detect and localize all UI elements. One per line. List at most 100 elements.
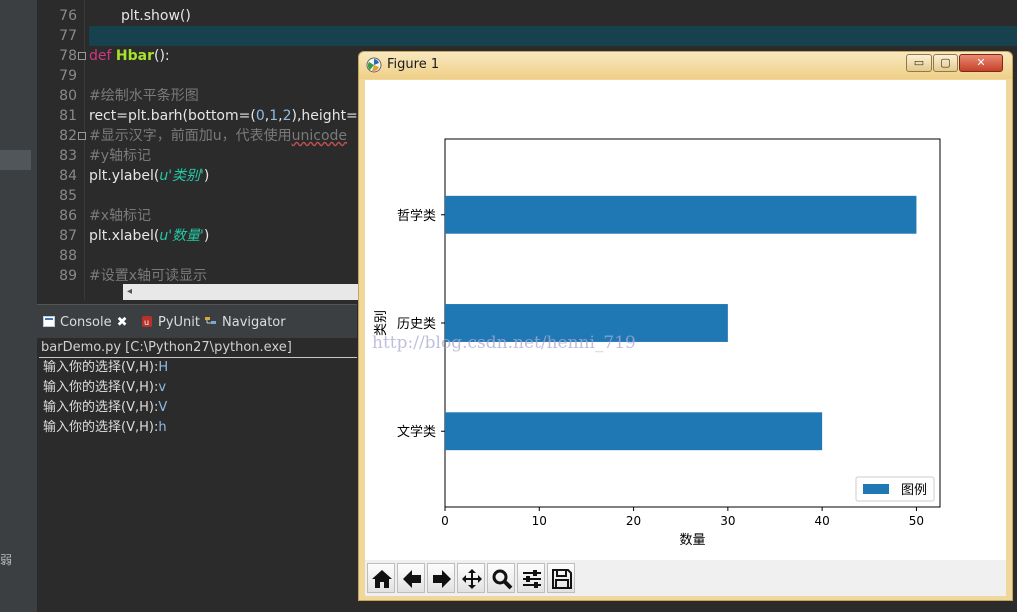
function-name-token: Hbar	[115, 48, 154, 64]
console-tab-bar: Console ✖ u PyUnit Navigator	[37, 304, 357, 338]
line-number: 83	[59, 148, 77, 164]
close-icon: ✕	[976, 56, 986, 69]
line-number: 86	[59, 208, 77, 224]
pan-button[interactable]	[457, 563, 485, 593]
forward-button[interactable]	[427, 563, 455, 593]
number-token: 1	[269, 108, 279, 124]
minimize-icon: ▭	[913, 56, 925, 69]
comment-token: #y轴标记	[89, 148, 152, 164]
comment-token: #绘制水平条形图	[89, 88, 199, 104]
line-number: 85	[59, 188, 77, 204]
code-token: ():	[153, 48, 170, 64]
console-input: V	[158, 400, 168, 415]
code-text: plt.xlabel(u'数量')	[89, 226, 209, 246]
pan-icon	[462, 569, 482, 589]
number-token: 2	[282, 108, 292, 124]
navigation-toolbar	[365, 560, 1006, 596]
code-text: #设置x轴可读显示	[89, 266, 207, 286]
code-text: plt.show()	[121, 6, 191, 26]
console-input: h	[158, 420, 167, 435]
code-text: def Hbar():	[89, 46, 170, 66]
navigator-icon	[205, 314, 217, 325]
tab-pyunit-label: PyUnit	[158, 315, 200, 330]
comment-token: #x轴标记	[89, 208, 152, 224]
x-tick-label: 10	[532, 514, 547, 528]
tab-navigator-label: Navigator	[222, 315, 286, 330]
back-button[interactable]	[397, 563, 425, 593]
comment-token: #显示汉字，前面加u，代表使用	[89, 128, 292, 144]
line-number: 82	[59, 128, 77, 144]
svg-text:u: u	[144, 318, 149, 327]
figure-title-bar[interactable]: Figure 1 ▭ ▢ ✕	[359, 52, 1012, 79]
line-number: 77	[59, 28, 77, 44]
code-text: #显示汉字，前面加u，代表使用unicode	[89, 126, 347, 146]
line-number: 84	[59, 168, 77, 184]
console-prompt: 输入你的选择(V,H):	[43, 400, 159, 415]
code-text: #y轴标记	[89, 146, 151, 166]
configure-subplots-icon	[523, 570, 541, 588]
fold-icon[interactable]	[78, 52, 86, 60]
tab-pyunit[interactable]: u PyUnit	[141, 313, 200, 333]
code-token: rect=plt.barh(bottom=(	[89, 108, 256, 124]
left-panel-selected-item[interactable]	[0, 150, 31, 170]
code-token: )	[203, 228, 210, 244]
y-tick-label: 哲学类	[397, 208, 436, 224]
code-token: )	[203, 168, 210, 184]
figure-canvas[interactable]: 文学类 历史类 哲学类 0 10 20 30 40 50 数量 类别 图例 http://blog.c…	[365, 80, 1006, 596]
bar	[445, 195, 917, 234]
x-tick-label: 0	[441, 514, 449, 528]
keyword-token: def	[89, 48, 112, 64]
code-token: ),height=(	[291, 108, 364, 124]
bar-chart: 文学类历史类哲学类0 10 20 30 40 50数量类别图例	[374, 138, 941, 548]
left-panel-strip: 弱	[0, 0, 37, 612]
console-output-line: 输入你的选择(V,H):V	[43, 400, 167, 416]
line-number: 76	[59, 8, 77, 24]
line-number: 80	[59, 88, 77, 104]
zoom-button[interactable]	[487, 563, 515, 593]
legend-label: 图例	[901, 483, 927, 498]
line-number: 79	[59, 68, 77, 84]
watermark: http://blog.csdn.net/henni_719	[372, 333, 636, 353]
figure-window[interactable]: Figure 1 ▭ ▢ ✕ 文学类 历史类 哲学类 0 10 20 30 40 50 数量 类别图…	[358, 51, 1013, 601]
console-input: H	[158, 360, 169, 375]
code-text: plt.ylabel(u'类别')	[89, 166, 209, 186]
console-output-line: 输入你的选择(V,H):h	[43, 420, 167, 436]
code-line[interactable]: 77	[37, 26, 1017, 46]
line-number: 89	[59, 268, 77, 284]
code-token: plt.ylabel(	[89, 168, 160, 184]
forward-icon	[433, 570, 451, 588]
x-axis-label: 数量	[679, 533, 705, 548]
line-number: 78	[59, 48, 77, 64]
code-token: plt.xlabel(	[89, 228, 160, 244]
x-tick-label: 20	[626, 514, 641, 528]
close-icon[interactable]: ✖	[117, 315, 128, 330]
fold-icon[interactable]	[78, 132, 86, 140]
x-tick-label: 40	[815, 514, 830, 528]
maximize-button[interactable]: ▢	[933, 54, 958, 72]
configure-subplots-button[interactable]	[517, 563, 545, 593]
figure-title: Figure 1	[387, 57, 440, 72]
home-button[interactable]	[367, 563, 395, 593]
comment-token: #设置x轴可读显示	[89, 268, 208, 284]
left-panel-glyph: 弱	[0, 553, 13, 567]
tab-navigator[interactable]: Navigator	[205, 313, 286, 333]
code-line[interactable]: 76 plt.show()	[37, 6, 1017, 26]
scroll-left-icon[interactable]: ◂	[127, 284, 132, 300]
pyunit-icon: u	[141, 314, 153, 327]
horizontal-scrollbar[interactable]: ◂	[123, 284, 394, 300]
code-text: #绘制水平条形图	[89, 86, 199, 106]
tab-console-label: Console	[60, 315, 112, 330]
code-token: plt.show()	[121, 8, 191, 24]
console-input: v	[158, 380, 167, 395]
code-text: #x轴标记	[89, 206, 151, 226]
string-token: u'类别'	[159, 168, 204, 184]
tab-console[interactable]: Console ✖	[43, 313, 128, 333]
console-separator	[39, 357, 357, 358]
close-window-button[interactable]: ✕	[959, 54, 1003, 72]
minimize-button[interactable]: ▭	[906, 54, 932, 72]
save-button[interactable]	[547, 563, 575, 593]
console-prompt: 输入你的选择(V,H):	[43, 420, 159, 435]
number-token: 0	[255, 108, 265, 124]
x-tick-label: 50	[909, 514, 924, 528]
console-prompt: 输入你的选择(V,H):	[43, 380, 159, 395]
